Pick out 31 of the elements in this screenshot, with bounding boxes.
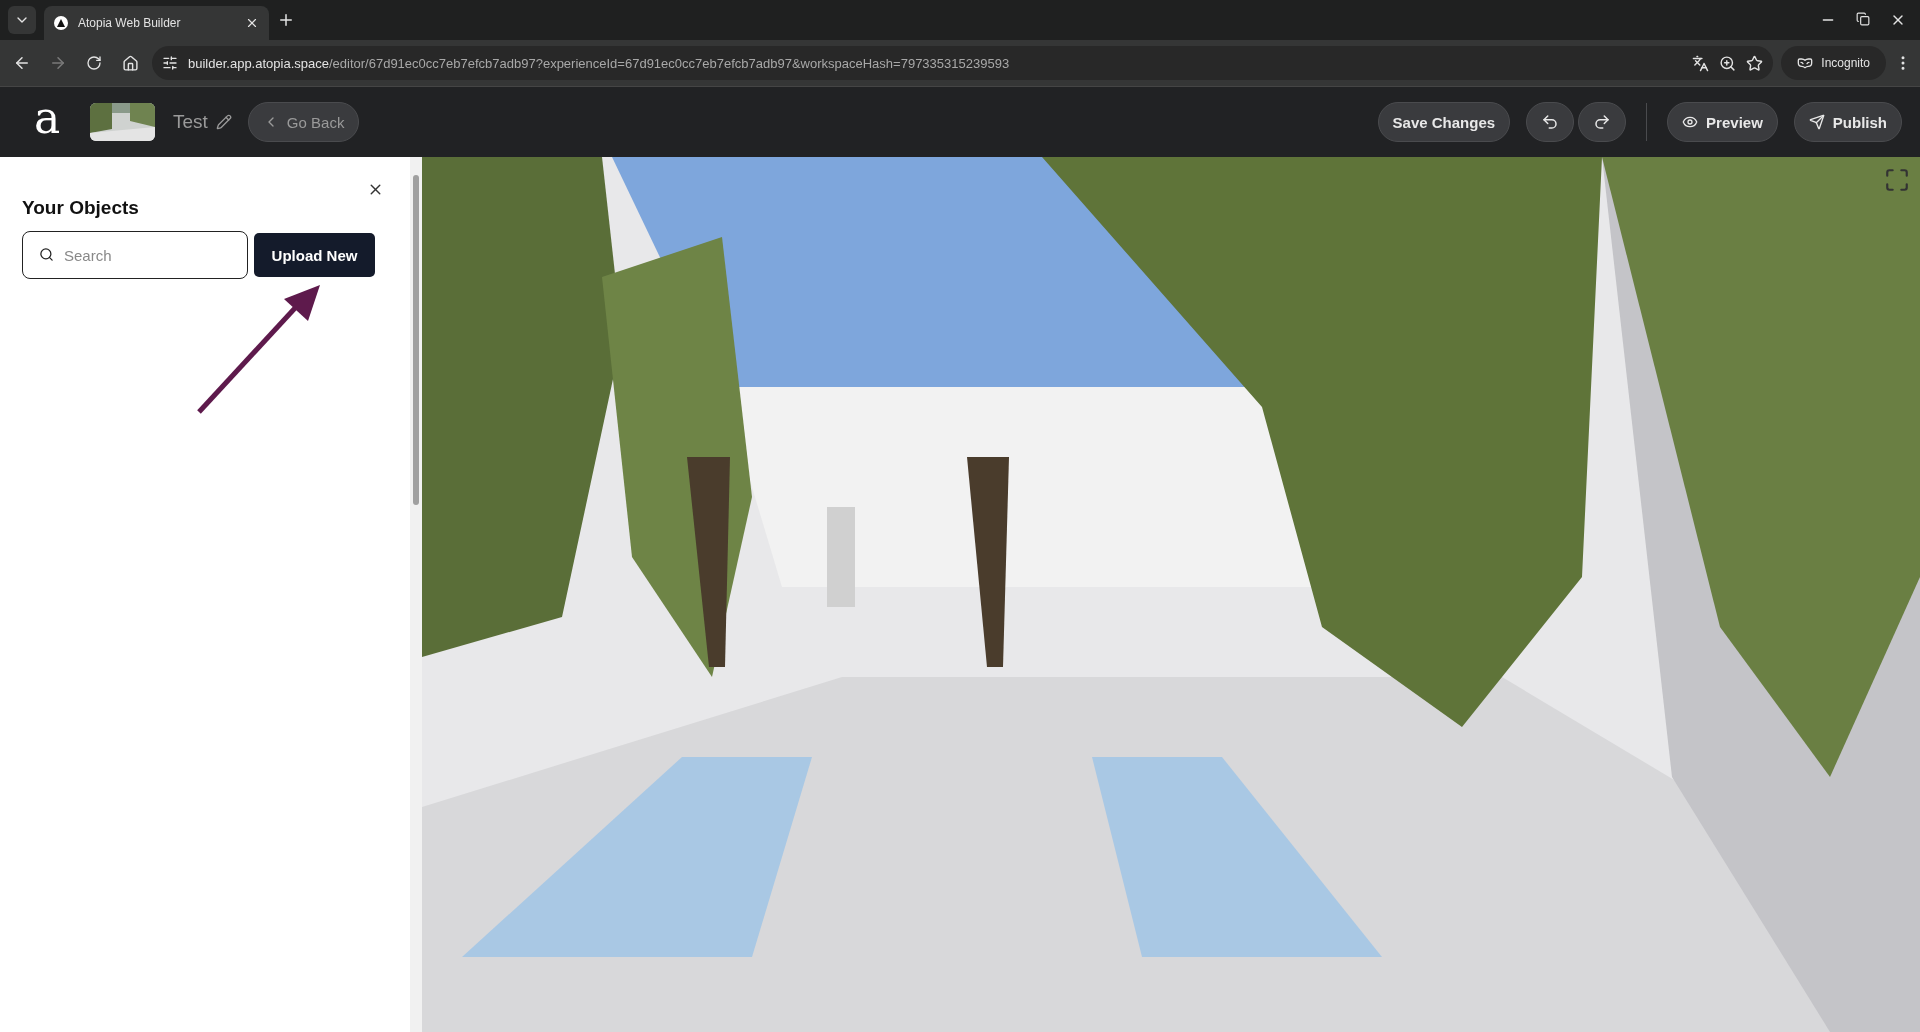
fullscreen-icon[interactable] [1884, 167, 1910, 193]
edit-name-icon[interactable] [215, 114, 232, 130]
publish-button[interactable]: Publish [1793, 102, 1902, 142]
search-field[interactable]: Search [22, 231, 248, 279]
send-icon [1808, 114, 1825, 130]
bookmark-star-icon[interactable] [1746, 54, 1764, 72]
eye-icon [1682, 114, 1699, 130]
logo[interactable]: a [34, 96, 74, 140]
redo-icon [1593, 113, 1612, 131]
favicon-icon [54, 16, 68, 30]
translate-icon[interactable] [1692, 54, 1710, 72]
redo-button[interactable] [1578, 102, 1627, 142]
browser-tab[interactable]: Atopia Web Builder [44, 6, 269, 40]
undo-icon [1541, 113, 1560, 131]
site-settings-icon[interactable] [162, 55, 178, 71]
undo-button[interactable] [1526, 102, 1575, 142]
zoom-icon[interactable] [1719, 54, 1737, 72]
close-tab-icon[interactable] [245, 16, 259, 30]
preview-button[interactable]: Preview [1667, 102, 1778, 142]
save-changes-button[interactable]: Save Changes [1377, 102, 1511, 142]
search-icon [39, 247, 54, 262]
tab-list-icon[interactable] [8, 6, 36, 34]
incognito-badge[interactable]: Incognito [1781, 46, 1886, 80]
go-back-button[interactable]: Go Back [247, 102, 360, 142]
restore-icon[interactable] [1856, 12, 1870, 26]
panel-title: Your Objects [22, 197, 140, 219]
project-name: Test [173, 111, 208, 133]
scrollbar[interactable] [410, 157, 422, 1032]
upload-new-button[interactable]: Upload New [254, 233, 375, 277]
incognito-icon [1797, 55, 1814, 71]
new-tab-icon[interactable] [277, 11, 295, 29]
